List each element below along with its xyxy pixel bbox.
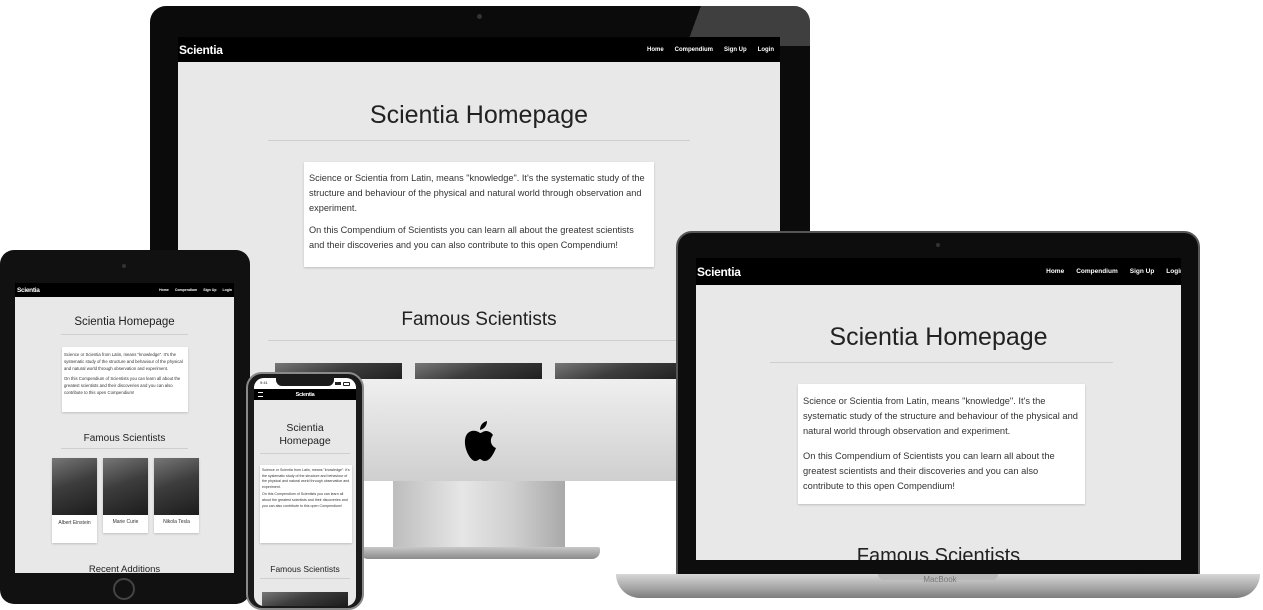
brand-logo[interactable]: Scientia xyxy=(179,43,223,57)
intro-paragraph-2: On this Compendium of Scientists you can… xyxy=(803,451,1055,491)
tablet-camera xyxy=(122,264,126,268)
recent-additions-heading: Recent Additions xyxy=(88,564,161,573)
imac-stand-base xyxy=(360,547,600,559)
famous-scientists-heading: Famous Scientists xyxy=(270,564,340,574)
scientist-photo-einstein[interactable] xyxy=(262,592,348,606)
nav-signup-link[interactable]: Sign Up xyxy=(1130,268,1155,275)
intro-paragraph-2: On this Compendium of Scientists you can… xyxy=(64,376,181,395)
brand-logo[interactable]: Scientia xyxy=(17,287,40,294)
title-divider xyxy=(260,453,350,454)
status-time: 9:41 xyxy=(260,380,268,385)
nav-signup-link[interactable]: Sign Up xyxy=(203,288,216,292)
signal-icon xyxy=(335,382,341,385)
intro-card: Science or Scientia from Latin, means "k… xyxy=(304,162,654,267)
phone-notch xyxy=(276,378,334,386)
battery-icon xyxy=(343,381,350,386)
navbar: Scientia Home Compendium Sign Up Login xyxy=(178,37,780,62)
title-divider xyxy=(268,140,690,141)
intro-paragraph-1: Science or Scientia from Latin, means "k… xyxy=(309,173,645,213)
page-title: Scientia Homepage xyxy=(279,422,331,447)
laptop-brand-label: MacBook xyxy=(923,575,957,584)
scientist-card-einstein[interactable]: Albert Einstein xyxy=(52,458,97,543)
nav-links: Home Compendium Sign Up Login xyxy=(1046,268,1181,275)
famous-divider xyxy=(268,340,690,341)
nav-signup-link[interactable]: Sign Up xyxy=(724,47,747,53)
famous-scientists-heading: Famous Scientists xyxy=(83,433,166,444)
famous-scientists-heading: Famous Scientists xyxy=(856,545,1021,560)
brand-logo[interactable]: Scientia xyxy=(296,392,315,398)
famous-divider xyxy=(61,448,188,449)
phone-screen: 9:41 Scientia Scientia Homepage Science … xyxy=(254,378,356,606)
intro-paragraph-2: On this Compendium of Scientists you can… xyxy=(309,225,634,250)
status-icons xyxy=(335,380,350,387)
navbar: Scientia xyxy=(254,389,356,400)
tablet-home-button[interactable] xyxy=(113,578,135,600)
apple-logo-icon xyxy=(464,421,496,461)
scientist-card-tesla[interactable]: Nikola Tesla xyxy=(154,458,199,533)
laptop-camera xyxy=(936,243,940,247)
intro-paragraph-1: Science or Scientia from Latin, means "k… xyxy=(262,468,350,489)
page-title: Scientia Homepage xyxy=(74,316,175,328)
scientist-name: Albert Einstein xyxy=(58,520,91,526)
nav-links: Home Compendium Sign Up Login xyxy=(647,47,774,53)
intro-paragraph-2: On this Compendium of Scientists you can… xyxy=(262,492,348,508)
imac-stand-neck xyxy=(393,481,565,547)
scientist-name: Nikola Tesla xyxy=(163,519,190,525)
nav-home-link[interactable]: Home xyxy=(159,288,169,292)
scientist-card-curie[interactable]: Marie Curie xyxy=(103,458,148,533)
title-divider xyxy=(770,362,1113,363)
laptop-screen: Scientia Home Compendium Sign Up Login S… xyxy=(696,258,1181,560)
nav-home-link[interactable]: Home xyxy=(1046,268,1064,275)
navbar: Scientia Home Compendium Sign Up Login xyxy=(15,283,234,297)
brand-logo[interactable]: Scientia xyxy=(697,265,741,279)
nav-compendium-link[interactable]: Compendium xyxy=(1076,268,1118,275)
scientist-photo xyxy=(103,458,148,515)
scientist-photo xyxy=(154,458,199,515)
page-title: Scientia Homepage xyxy=(369,101,589,129)
scientist-name: Marie Curie xyxy=(112,519,139,525)
navbar: Scientia Home Compendium Sign Up Login xyxy=(696,258,1181,285)
hamburger-icon[interactable] xyxy=(258,392,263,397)
intro-paragraph-1: Science or Scientia from Latin, means "k… xyxy=(64,352,183,371)
famous-divider xyxy=(260,578,350,579)
title-divider xyxy=(61,334,188,335)
intro-card: Science or Scientia from Latin, means "k… xyxy=(260,465,352,543)
scientist-photo-curie[interactable] xyxy=(415,363,542,379)
nav-compendium-link[interactable]: Compendium xyxy=(675,47,713,53)
nav-login-link[interactable]: Login xyxy=(1166,268,1181,275)
imac-camera xyxy=(477,14,482,19)
scientist-photo xyxy=(52,458,97,515)
tablet-screen: Scientia Home Compendium Sign Up Login S… xyxy=(15,283,234,573)
nav-compendium-link[interactable]: Compendium xyxy=(175,288,197,292)
intro-card: Science or Scientia from Latin, means "k… xyxy=(798,384,1085,504)
scientist-photo-tesla[interactable] xyxy=(555,363,682,379)
intro-paragraph-1: Science or Scientia from Latin, means "k… xyxy=(803,396,1078,436)
nav-login-link[interactable]: Login xyxy=(222,288,232,292)
nav-home-link[interactable]: Home xyxy=(647,47,664,53)
intro-card: Science or Scientia from Latin, means "k… xyxy=(62,347,188,412)
nav-login-link[interactable]: Login xyxy=(758,47,774,53)
page-title: Scientia Homepage xyxy=(829,323,1048,351)
nav-links: Home Compendium Sign Up Login xyxy=(159,288,232,292)
